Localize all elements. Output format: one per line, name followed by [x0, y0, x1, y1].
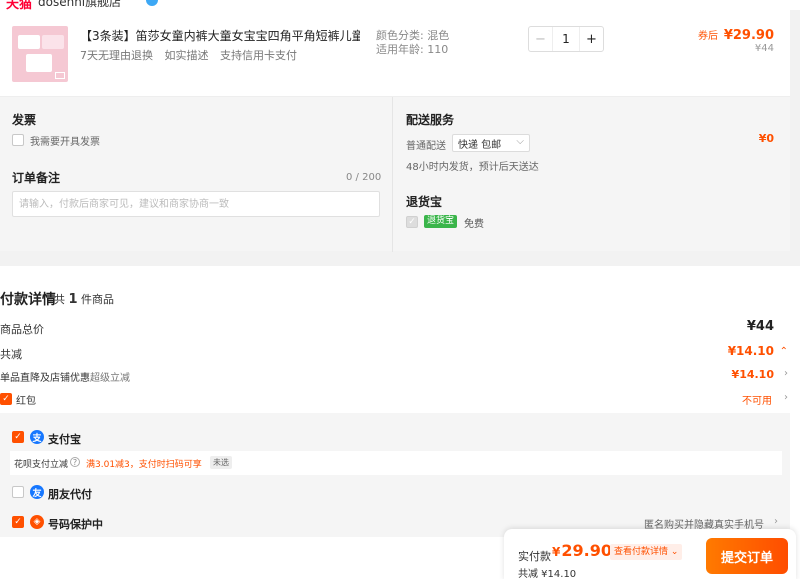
- service-return: 7天无理由退换: [80, 49, 153, 62]
- remark-title: 订单备注: [12, 171, 61, 185]
- alipay-icon: 支: [30, 430, 44, 444]
- item-count-suffix: 件商品: [81, 293, 115, 306]
- product-card: 【3条装】笛莎女童内裤大童女宝宝四角平角短裤儿童... 7天无理由退换 如实描述…: [0, 10, 790, 96]
- verified-icon: [146, 0, 158, 6]
- delivery-note: 48小时内发货，预计后天送达: [406, 162, 539, 173]
- payment-methods: ✓ 支 支付宝 花呗支付立减 ? 满3.01减3，支付时扫码可享 未选 友 朋友…: [0, 413, 790, 537]
- red-packet-label: 红包: [16, 396, 36, 407]
- delivery-select[interactable]: 快递 包邮 ⌵: [452, 134, 530, 152]
- return-insurance-price: 免费: [464, 219, 484, 230]
- remark-counter: 0 / 200: [346, 172, 382, 183]
- coupon-label: 券后: [698, 31, 718, 42]
- delivery-fee: ¥0: [758, 132, 774, 145]
- service-accurate: 如实描述: [164, 49, 209, 62]
- chevron-up-icon[interactable]: ⌃: [780, 346, 788, 357]
- delivery-type-label: 普通配送: [406, 141, 446, 152]
- currency-symbol: ¥: [552, 545, 561, 559]
- invoice-checkbox-label[interactable]: 我需要开具发票: [30, 133, 100, 148]
- chevron-down-icon: ⌵: [516, 136, 524, 147]
- submit-bar: 实付款 ¥29.90 查看付款详情 ⌄ 共减 ¥14.10 提交订单: [504, 529, 796, 579]
- discount-label: 共减: [0, 348, 22, 361]
- discount-value[interactable]: ¥14.10: [728, 344, 774, 358]
- tmall-logo: 天猫: [6, 0, 33, 10]
- chevron-right-icon[interactable]: ›: [784, 392, 788, 403]
- return-insurance-title: 退货宝: [406, 195, 443, 209]
- chevron-down-icon: ⌄: [670, 547, 679, 557]
- original-price: ¥44: [754, 43, 774, 54]
- shield-icon: ◈: [30, 515, 44, 529]
- total-value: ¥44: [746, 319, 774, 334]
- total-label: 商品总价: [0, 323, 44, 336]
- help-icon[interactable]: ?: [70, 457, 80, 467]
- huabei-label: 花呗支付立减: [14, 460, 69, 470]
- chevron-right-icon[interactable]: ›: [784, 368, 788, 379]
- huabei-row[interactable]: 花呗支付立减 ? 满3.01减3，支付时扫码可享 未选: [10, 451, 782, 475]
- friend-pay-checkbox[interactable]: [12, 486, 24, 498]
- shop-name[interactable]: dosenni旗舰店: [38, 0, 121, 10]
- quantity-plus-button[interactable]: +: [579, 27, 603, 51]
- product-thumbnail[interactable]: [12, 26, 68, 82]
- return-insurance-checkbox: ✓: [406, 216, 418, 228]
- huabei-badge: 未选: [210, 456, 232, 469]
- friend-pay-label[interactable]: 朋友代付: [48, 486, 92, 502]
- delivery-selected-value: 快递 包邮: [458, 139, 502, 151]
- total-pay-price: ¥29.90: [552, 541, 612, 560]
- total-pay-amount: 29.90: [561, 541, 612, 560]
- alipay-checkbox[interactable]: ✓: [12, 431, 24, 443]
- payment-title: 付款详情: [0, 292, 56, 308]
- submit-order-button[interactable]: 提交订单: [706, 538, 788, 574]
- chevron-right-icon[interactable]: ›: [774, 516, 778, 527]
- invoice-title: 发票: [12, 113, 37, 127]
- red-packet-checkbox[interactable]: ✓: [0, 393, 12, 405]
- view-payment-details-button[interactable]: 查看付款详情 ⌄: [610, 544, 683, 560]
- order-options-panel: 发票 我需要开具发票 订单备注 0 / 200 配送服务 普通配送 快递 包邮 …: [0, 96, 790, 252]
- item-count-prefix: 共: [54, 293, 65, 306]
- total-pay-label: 实付款: [518, 550, 551, 563]
- product-age: 适用年龄: 110: [376, 43, 449, 56]
- service-credit: 支持信用卡支付: [220, 49, 297, 62]
- item-count-number: 1: [68, 292, 78, 307]
- total-saving: 共减 ¥14.10: [518, 569, 577, 579]
- red-packet-value: 不可用: [742, 396, 772, 407]
- shop-discount-note: 超级立减: [90, 373, 130, 384]
- product-title[interactable]: 【3条装】笛莎女童内裤大童女宝宝四角平角短裤儿童...: [80, 27, 360, 44]
- quantity-minus-button[interactable]: −: [529, 27, 553, 51]
- product-services: 7天无理由退换 如实描述 支持信用卡支付: [80, 47, 305, 63]
- number-protect-label[interactable]: 号码保护中: [48, 516, 103, 532]
- huabei-promo: 满3.01减3，支付时扫码可享: [86, 460, 202, 470]
- remark-input[interactable]: [12, 191, 380, 217]
- quantity-value[interactable]: 1: [553, 27, 579, 51]
- coupon-price: ¥29.90: [723, 28, 774, 43]
- shop-discount-value[interactable]: ¥14.10: [732, 368, 774, 381]
- panel-divider: [392, 97, 393, 252]
- friend-pay-icon: 友: [30, 485, 44, 499]
- view-payment-details-label: 查看付款详情: [614, 547, 669, 557]
- return-insurance-tag: 退货宝: [424, 215, 458, 228]
- alipay-label[interactable]: 支付宝: [48, 431, 81, 447]
- price-after-coupon: 券后 ¥29.90: [698, 27, 774, 43]
- shop-discount-label: 单品直降及店铺优惠: [0, 373, 90, 384]
- invoice-checkbox[interactable]: [12, 134, 24, 146]
- delivery-title: 配送服务: [406, 113, 455, 127]
- number-protect-checkbox[interactable]: ✓: [12, 516, 24, 528]
- item-count: 共 1 件商品: [54, 291, 114, 307]
- shop-header: 天猫 dosenni旗舰店: [0, 0, 800, 10]
- quantity-stepper: − 1 +: [528, 26, 604, 52]
